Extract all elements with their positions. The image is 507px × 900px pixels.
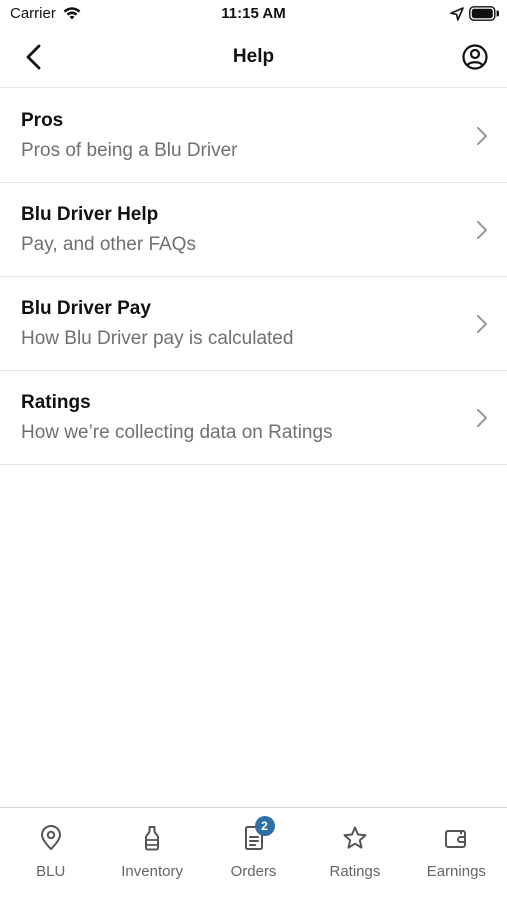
- navigation-bar: Help: [0, 28, 507, 88]
- user-circle-icon: [462, 44, 488, 70]
- tab-label: Inventory: [121, 863, 183, 880]
- location-pin-icon: [38, 825, 64, 851]
- wallet-icon: [443, 825, 469, 851]
- location-arrow-icon: [450, 7, 464, 21]
- tab-blu[interactable]: BLU: [0, 808, 101, 900]
- tab-inventory[interactable]: Inventory: [101, 808, 202, 900]
- star-icon: [342, 825, 368, 851]
- tab-label: Ratings: [329, 863, 381, 880]
- bottle-icon: [139, 825, 165, 851]
- page-title: Help: [232, 46, 275, 67]
- help-item-title: Blu Driver Help: [21, 204, 159, 225]
- help-item-driver-help[interactable]: Blu Driver Help Pay, and other FAQs: [0, 183, 507, 277]
- document-icon: 2: [241, 816, 275, 851]
- help-item-title: Blu Driver Pay: [21, 298, 151, 319]
- tab-label: Orders: [230, 863, 277, 880]
- help-item-driver-pay[interactable]: Blu Driver Pay How Blu Driver pay is cal…: [0, 277, 507, 371]
- tab-earnings[interactable]: Earnings: [406, 808, 507, 900]
- help-item-title: Pros: [21, 110, 64, 131]
- help-item-subtitle: How Blu Driver pay is calculated: [21, 328, 294, 349]
- tab-ratings[interactable]: Ratings: [304, 808, 405, 900]
- battery-icon: [469, 6, 500, 21]
- tab-orders[interactable]: 2 Orders: [203, 808, 304, 900]
- tab-bar: BLU Inventory 2 Orders Ratings Earnings: [0, 807, 507, 900]
- chevron-right-icon: [477, 409, 487, 427]
- tab-label: BLU: [36, 863, 66, 880]
- tab-label: Earnings: [426, 863, 486, 880]
- help-item-title: Ratings: [21, 392, 91, 413]
- orders-badge: 2: [254, 816, 275, 836]
- chevron-right-icon: [477, 315, 487, 333]
- status-bar: Carrier 11:15 AM: [0, 0, 507, 28]
- profile-button[interactable]: [460, 42, 490, 72]
- help-item-pros[interactable]: Pros Pros of being a Blu Driver: [0, 89, 507, 183]
- help-item-subtitle: Pay, and other FAQs: [21, 234, 196, 255]
- chevron-right-icon: [477, 221, 487, 239]
- help-list: Pros Pros of being a Blu Driver Blu Driv…: [0, 89, 507, 465]
- help-item-ratings[interactable]: Ratings How we’re collecting data on Rat…: [0, 371, 507, 465]
- help-item-subtitle: How we’re collecting data on Ratings: [21, 422, 333, 443]
- status-time: 11:15 AM: [221, 5, 286, 22]
- chevron-right-icon: [477, 127, 487, 145]
- help-item-subtitle: Pros of being a Blu Driver: [21, 140, 238, 161]
